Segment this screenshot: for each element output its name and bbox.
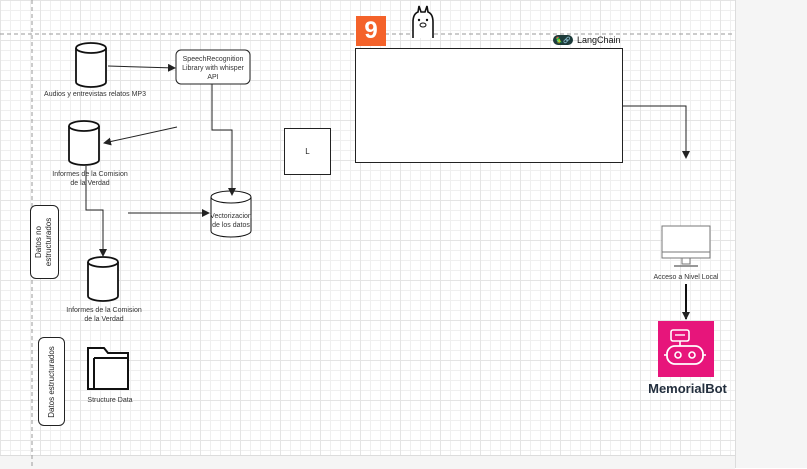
- cylinder-informes-2[interactable]: [87, 256, 119, 302]
- vectorizacion-label: Vectorizacion de los datos: [196, 212, 266, 230]
- cylinder-informes-1[interactable]: [68, 120, 100, 166]
- l-box-label: L: [305, 147, 310, 156]
- memorialbot-label: MemorialBot: [648, 381, 727, 396]
- speech-line-2: Library with whisper: [182, 65, 244, 72]
- edge-langchain-out: [622, 105, 690, 159]
- audio-label: Audios y entrevistas relatos MP3: [44, 91, 146, 98]
- informes-2-line-2: de la Verdad: [84, 316, 124, 323]
- monitor-label: Acceso a Nivel Local: [653, 274, 719, 281]
- informes-1-line-1: Informes de la Comision: [52, 171, 128, 178]
- langchain-logo: 🦜🔗 LangChain: [553, 34, 621, 46]
- cylinder-audio[interactable]: [75, 42, 107, 88]
- group-datos-estructurados[interactable]: Datos estructurados: [38, 337, 65, 426]
- speech-line-3: API: [207, 74, 219, 81]
- group-datos-no-estructurados-label: Datos no estructurados: [35, 218, 55, 266]
- edge-to-informes-1: [103, 126, 178, 146]
- edge-speech-to-vector: [211, 84, 236, 196]
- langchain-container[interactable]: [355, 48, 623, 163]
- llama-icon: [412, 5, 434, 38]
- informes-1-label: Informes de la Comision de la Verdad: [40, 170, 140, 188]
- memorialbot-tile[interactable]: [658, 321, 714, 377]
- langchain-mark-icon: 🦜🔗: [553, 35, 573, 45]
- l-box[interactable]: L: [284, 128, 331, 175]
- langchain-logo-text: LangChain: [577, 35, 621, 45]
- monitor-icon: [661, 225, 711, 267]
- gradio-logo: 9: [356, 16, 386, 46]
- group-datos-no-estructurados[interactable]: Datos no estructurados: [30, 205, 59, 279]
- informes-2-label: Informes de la Comision de la Verdad: [54, 306, 154, 324]
- informes-2-line-1: Informes de la Comision: [66, 307, 142, 314]
- gradio-logo-text: 9: [364, 17, 378, 44]
- group-no-estructurados-line-1: Datos no: [34, 225, 44, 259]
- group-no-estructurados-line-2: estructurados: [44, 217, 54, 267]
- vector-line-2: de los datos: [212, 222, 250, 229]
- speech-recognition-label: SpeechRecognition Library with whisper A…: [176, 55, 250, 82]
- edge-audio-to-speech: [107, 63, 176, 72]
- speech-line-1: SpeechRecognition: [182, 56, 244, 63]
- group-datos-estructurados-label: Datos estructurados: [46, 345, 56, 418]
- structure-data-label: Structure Data: [87, 397, 133, 404]
- informes-1-line-2: de la Verdad: [70, 180, 110, 187]
- folder-icon: [87, 347, 129, 390]
- vector-line-1: Vectorizacion: [210, 213, 252, 220]
